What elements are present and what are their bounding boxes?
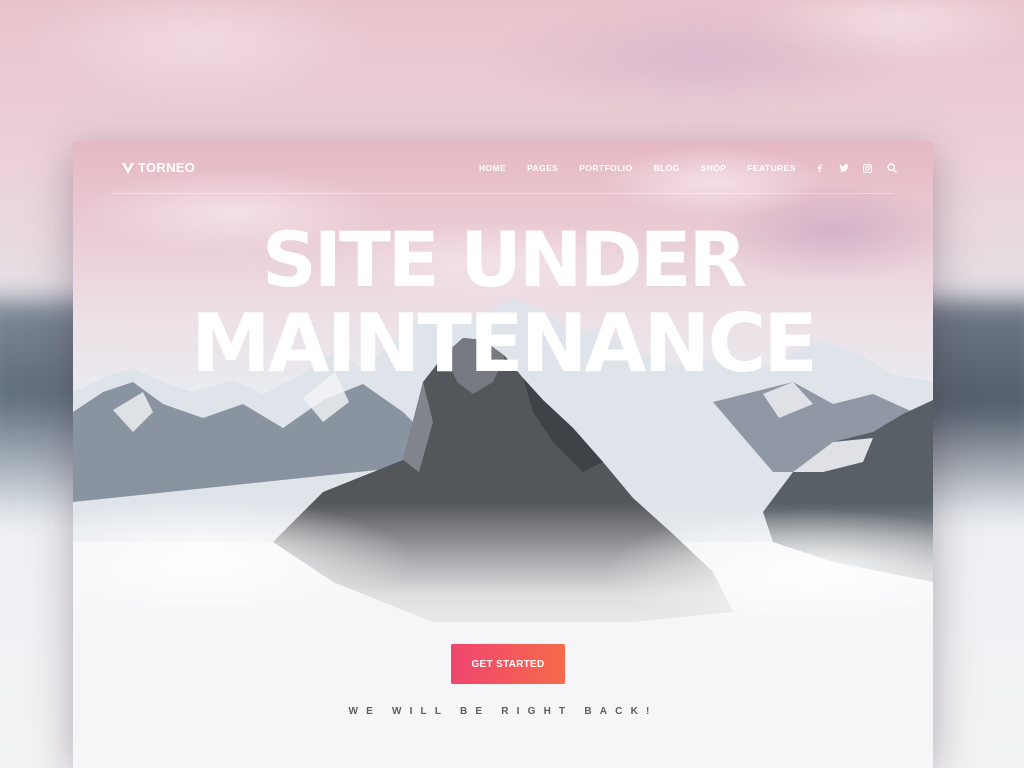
nav-item-features[interactable]: FEATURES [747,163,795,173]
headline-line-2: MAINTENANCE [191,297,818,390]
nav-item-pages[interactable]: PAGES [527,163,558,173]
logo-mark-icon [122,162,134,174]
nav-item-shop[interactable]: SHOP [701,163,727,173]
nav-item-home[interactable]: HOME [479,163,506,173]
facebook-icon[interactable] [813,162,826,174]
search-icon[interactable] [885,162,898,174]
backdrop-clouds [0,0,1024,140]
nav-item-blog[interactable]: BLOG [653,163,679,173]
brand-logo[interactable]: TORNEO [121,160,195,175]
page-preview: TORNEO HOME PAGES PORTFOLIO BLOG SHOP FE… [73,142,933,768]
social-links [813,162,909,174]
instagram-icon[interactable] [861,162,874,174]
get-started-button[interactable]: GET STARTED [451,644,565,684]
top-navigation-bar: TORNEO HOME PAGES PORTFOLIO BLOG SHOP FE… [73,142,933,194]
main-nav: HOME PAGES PORTFOLIO BLOG SHOP FEATURES [479,163,817,173]
cloud-fog [73,502,933,768]
brand-name: TORNEO [138,160,196,175]
tagline: WE WILL BE RIGHT BACK! [348,706,658,717]
headline-line-1: SITE UNDER [261,215,747,304]
twitter-icon[interactable] [837,162,850,174]
nav-item-portfolio[interactable]: PORTFOLIO [579,163,632,173]
